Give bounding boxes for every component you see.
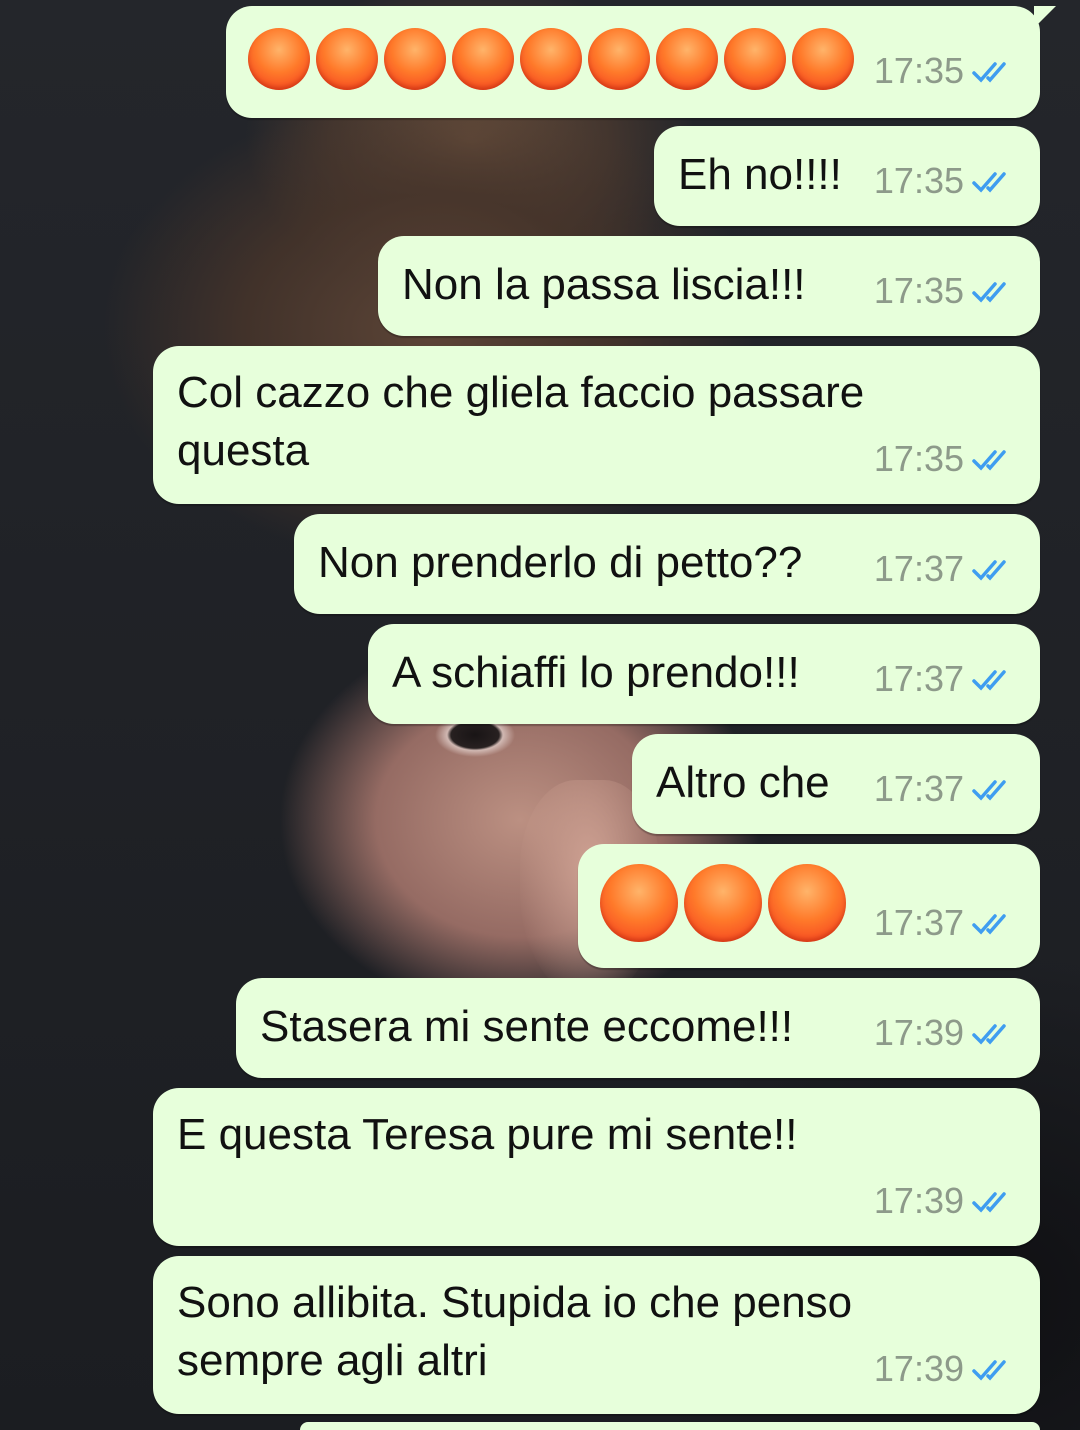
angry-face-icon <box>588 28 650 90</box>
message-bubble[interactable]: 17:35 <box>226 6 1056 118</box>
message-time: 17:35 <box>873 270 964 311</box>
read-ticks-icon <box>972 1024 1006 1045</box>
message-bubble[interactable]: 17:37 <box>578 844 1040 968</box>
message-time: 17:37 <box>873 658 964 699</box>
angry-face-icon <box>724 28 786 90</box>
read-ticks-icon <box>972 172 1006 193</box>
read-ticks-icon <box>972 914 1006 935</box>
message-text: E questa Teresa pure mi sente!! <box>177 1110 798 1159</box>
message-text: Eh no!!!! <box>678 150 842 199</box>
message-time: 17:39 <box>873 1348 964 1389</box>
message-meta: 17:35 <box>874 42 1018 100</box>
message-bubble[interactable]: A schiaffi lo prendo!!! 17:37 <box>368 624 1040 724</box>
message-text: Non la passa liscia!!! <box>402 260 806 309</box>
message-time: 17:35 <box>873 160 964 201</box>
message-text: Altro che <box>656 758 830 807</box>
bubble-tail <box>1034 6 1056 28</box>
angry-face-icon <box>684 864 762 942</box>
message-text: Col cazzo che gliela faccio passare ques… <box>177 368 865 475</box>
angry-face-icon <box>452 28 514 90</box>
message-meta: 17:37 <box>874 650 1018 708</box>
read-ticks-icon <box>972 450 1006 471</box>
message-bubble[interactable]: Eh no!!!! 17:35 <box>654 126 1040 226</box>
message-time: 17:35 <box>873 438 964 479</box>
angry-face-icon <box>384 28 446 90</box>
emoji-row <box>248 28 854 90</box>
message-bubble[interactable]: Non prenderlo di petto?? 17:37 <box>294 514 1040 614</box>
message-time: 17:37 <box>873 548 964 589</box>
message-text: A schiaffi lo prendo!!! <box>392 648 800 697</box>
emoji-row <box>600 864 846 942</box>
chat-message-list[interactable]: 17:35 Eh no!!!! 17:35 Non la passa lisci… <box>0 0 1080 1430</box>
read-ticks-icon <box>972 1360 1006 1381</box>
message-bubble[interactable]: Non la passa liscia!!! 17:35 <box>378 236 1040 336</box>
message-meta: 17:35 <box>874 152 1018 210</box>
message-bubble[interactable]: Col cazzo che gliela faccio passare ques… <box>153 346 1040 504</box>
message-meta: 17:37 <box>874 540 1018 598</box>
angry-face-icon <box>520 28 582 90</box>
angry-face-icon <box>656 28 718 90</box>
message-time: 17:37 <box>873 902 964 943</box>
message-time: 17:35 <box>873 50 964 91</box>
message-time: 17:39 <box>873 1012 964 1053</box>
angry-face-icon <box>316 28 378 90</box>
message-meta: 17:35 <box>874 430 1018 488</box>
message-meta: 17:37 <box>874 760 1018 818</box>
message-time: 17:39 <box>873 1180 964 1221</box>
angry-face-icon <box>600 864 678 942</box>
read-ticks-icon <box>972 282 1006 303</box>
message-bubble[interactable]: Altro che 17:37 <box>632 734 1040 834</box>
message-text: Non prenderlo di petto?? <box>318 538 803 587</box>
read-ticks-icon <box>972 62 1006 83</box>
angry-face-icon <box>248 28 310 90</box>
message-text: Sono allibita. Stupida io che penso semp… <box>177 1278 853 1385</box>
angry-face-icon <box>768 864 846 942</box>
read-ticks-icon <box>972 560 1006 581</box>
message-bubble[interactable]: E questa Teresa pure mi sente!! 17:39 <box>153 1088 1040 1246</box>
message-meta: 17:39 <box>874 1340 1018 1398</box>
read-ticks-icon <box>972 670 1006 691</box>
message-time: 17:37 <box>873 768 964 809</box>
message-meta: 17:39 <box>874 1004 1018 1062</box>
read-ticks-icon <box>972 780 1006 801</box>
message-bubble[interactable]: Stasera mi sente eccome!!! 17:39 <box>236 978 1040 1078</box>
message-meta: 17:37 <box>874 894 1018 952</box>
read-ticks-icon <box>972 1192 1006 1213</box>
message-bubble[interactable]: Sono allibita. Stupida io che penso semp… <box>153 1256 1040 1414</box>
message-text: Stasera mi sente eccome!!! <box>260 1002 794 1051</box>
next-message-bubble-edge <box>300 1422 1040 1430</box>
message-meta: 17:39 <box>874 1172 1018 1230</box>
message-meta: 17:35 <box>874 262 1018 320</box>
angry-face-icon <box>792 28 854 90</box>
